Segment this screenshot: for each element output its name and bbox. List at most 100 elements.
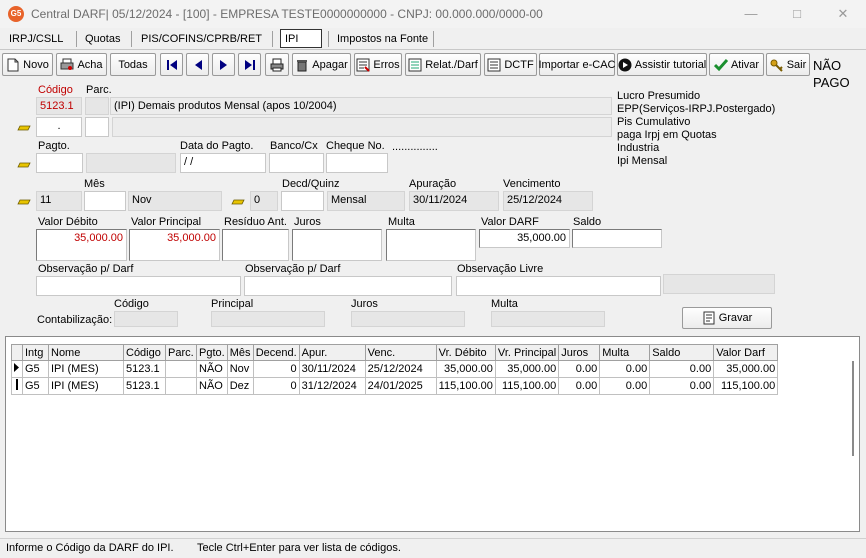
juros-field[interactable] bbox=[292, 229, 382, 261]
col-header[interactable]: Vr. Principal bbox=[494, 344, 560, 361]
col-header[interactable]: Código bbox=[123, 344, 166, 361]
cell-vr-principal: 115,100.00 bbox=[494, 377, 560, 395]
gravar-label: Gravar bbox=[718, 312, 753, 324]
edit-pencil-icon[interactable] bbox=[17, 123, 31, 131]
data-pagto-field[interactable]: / / bbox=[180, 153, 266, 173]
obs-livre-label: Observação Livre bbox=[457, 263, 544, 275]
valor-principal-field[interactable]: 35,000.00 bbox=[129, 229, 220, 261]
assistir-tutorial-button[interactable]: Assistir tutorial bbox=[617, 53, 707, 76]
sub-code-field[interactable]: . bbox=[36, 117, 82, 137]
edit-pencil-icon[interactable] bbox=[17, 197, 31, 205]
edit-pencil-icon[interactable] bbox=[231, 197, 245, 205]
obs-darf-2-field[interactable] bbox=[244, 276, 452, 296]
col-header[interactable]: Saldo bbox=[649, 344, 715, 361]
cell-multa: 0.00 bbox=[599, 377, 651, 395]
cheque-field[interactable] bbox=[326, 153, 388, 173]
cell-mes: Nov bbox=[226, 360, 254, 378]
importar-ecac-button[interactable]: Importar e-CAC bbox=[538, 53, 616, 76]
obs-livre-field[interactable] bbox=[456, 276, 661, 296]
obs-darf-2-label: Observação p/ Darf bbox=[245, 263, 341, 275]
sair-label: Sair bbox=[786, 58, 807, 71]
vertical-scrollbar[interactable] bbox=[849, 345, 857, 531]
novo-label: Novo bbox=[23, 58, 49, 71]
cell-juros: 0.00 bbox=[558, 377, 601, 395]
valor-darf-field[interactable]: 35,000.00 bbox=[479, 229, 570, 248]
cell-saldo: 0.00 bbox=[649, 377, 715, 395]
col-header[interactable]: Vr. Débito bbox=[435, 344, 496, 361]
tab-ipi[interactable]: IPI bbox=[280, 29, 322, 48]
multa-field[interactable] bbox=[386, 229, 476, 261]
vencimento-label: Vencimento bbox=[503, 178, 561, 190]
decd-value-field[interactable] bbox=[281, 191, 324, 211]
print-button[interactable] bbox=[265, 53, 289, 76]
contab-codigo-label: Código bbox=[114, 298, 149, 310]
dctf-label: DCTF bbox=[504, 58, 534, 71]
pagto-field[interactable] bbox=[36, 153, 83, 173]
col-header[interactable]: Nome bbox=[48, 344, 124, 361]
window-title: Central DARF| 05/12/2024 - [100] - EMPRE… bbox=[31, 7, 543, 21]
close-button[interactable]: ✕ bbox=[820, 0, 866, 28]
row-indicator-header bbox=[11, 344, 23, 361]
key-icon bbox=[770, 58, 784, 72]
acha-button[interactable]: Acha bbox=[56, 53, 107, 76]
payment-status-line1: NÃO bbox=[813, 58, 842, 73]
dctf-button[interactable]: DCTF bbox=[484, 53, 537, 76]
residuo-field[interactable] bbox=[222, 229, 289, 261]
table-row[interactable]: G5 IPI (MES) 5123.1 NÃO Nov 0 30/11/2024… bbox=[11, 360, 779, 378]
col-header[interactable]: Multa bbox=[599, 344, 651, 361]
mes-label: Mês bbox=[84, 178, 105, 190]
tab-quotas[interactable]: Quotas bbox=[81, 30, 124, 49]
edit-pencil-icon[interactable] bbox=[17, 160, 31, 168]
saldo-field[interactable] bbox=[572, 229, 662, 248]
minimize-button[interactable]: — bbox=[728, 0, 774, 28]
col-header[interactable]: Venc. bbox=[364, 344, 437, 361]
todas-button[interactable]: Todas bbox=[110, 53, 156, 76]
col-header[interactable]: Pgto. bbox=[196, 344, 228, 361]
last-record-button[interactable] bbox=[238, 53, 261, 76]
valor-debito-field[interactable]: 35,000.00 bbox=[36, 229, 127, 261]
contab-principal-field bbox=[211, 311, 325, 327]
col-header[interactable]: Intg bbox=[22, 344, 49, 361]
cell-venc: 25/12/2024 bbox=[364, 360, 437, 378]
printer-icon bbox=[270, 58, 284, 72]
obs-darf-1-field[interactable] bbox=[36, 276, 241, 296]
codigo-field[interactable]: 5123.1 bbox=[36, 97, 82, 115]
parc-field[interactable] bbox=[85, 97, 109, 115]
sair-button[interactable]: Sair bbox=[766, 53, 810, 76]
printer-search-icon bbox=[60, 58, 74, 72]
first-record-button[interactable] bbox=[160, 53, 183, 76]
relat-darf-button[interactable]: Relat./Darf bbox=[405, 53, 481, 76]
col-header[interactable]: Parc. bbox=[165, 344, 197, 361]
scrollbar-thumb[interactable] bbox=[852, 361, 854, 456]
cell-vr-principal: 35,000.00 bbox=[494, 360, 560, 378]
cell-codigo: 5123.1 bbox=[123, 360, 166, 378]
next-record-button[interactable] bbox=[212, 53, 235, 76]
tab-impostos-fonte[interactable]: Impostos na Fonte bbox=[333, 30, 432, 49]
ativar-button[interactable]: Ativar bbox=[709, 53, 764, 76]
regime-line-1: Lucro Presumido bbox=[617, 90, 701, 102]
col-header[interactable]: Valor Darf bbox=[713, 344, 779, 361]
col-header[interactable]: Decend. bbox=[252, 344, 300, 361]
decd-label: Decd/Quinz bbox=[282, 178, 340, 190]
col-header[interactable]: Juros bbox=[558, 344, 601, 361]
sub-parc-field[interactable] bbox=[85, 117, 109, 137]
descricao-field: (IPI) Demais produtos Mensal (apos 10/20… bbox=[110, 97, 612, 115]
erros-button[interactable]: Erros bbox=[354, 53, 402, 76]
payment-status-line2: PAGO bbox=[813, 75, 850, 90]
col-header[interactable]: Apur. bbox=[298, 344, 366, 361]
mes-field[interactable] bbox=[84, 191, 126, 211]
cell-saldo: 0.00 bbox=[649, 360, 715, 378]
apagar-button[interactable]: Apagar bbox=[292, 53, 351, 76]
tab-irpj-csll[interactable]: IRPJ/CSLL bbox=[5, 30, 67, 49]
novo-button[interactable]: Novo bbox=[2, 53, 53, 76]
tab-bar: IRPJ/CSLL Quotas PIS/COFINS/CPRB/RET IPI… bbox=[0, 28, 866, 50]
cell-codigo: 5123.1 bbox=[123, 377, 166, 395]
col-header[interactable]: Mês bbox=[226, 344, 254, 361]
maximize-button[interactable]: □ bbox=[774, 0, 820, 28]
previous-record-button[interactable] bbox=[186, 53, 209, 76]
table-row[interactable]: G5 IPI (MES) 5123.1 NÃO Dez 0 31/12/2024… bbox=[11, 377, 779, 395]
banco-field[interactable] bbox=[269, 153, 324, 173]
gravar-button[interactable]: Gravar bbox=[682, 307, 772, 329]
title-bar: G5 Central DARF| 05/12/2024 - [100] - EM… bbox=[0, 0, 866, 28]
tab-pis-cofins[interactable]: PIS/COFINS/CPRB/RET bbox=[137, 30, 266, 49]
